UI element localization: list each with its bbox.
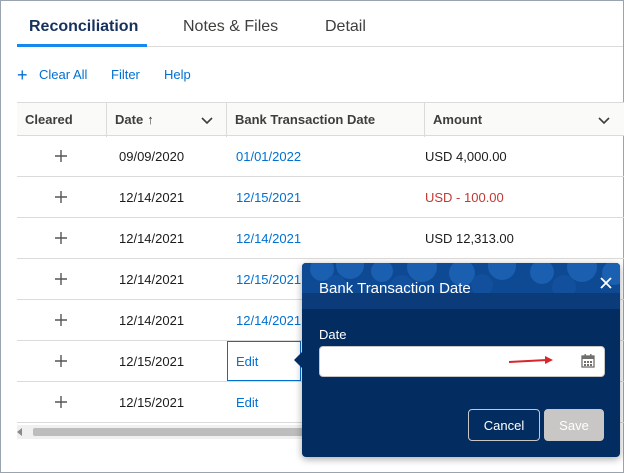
popover-title: Bank Transaction Date [319, 280, 471, 297]
date-input[interactable] [319, 346, 605, 377]
popover-pointer [294, 351, 303, 369]
close-icon[interactable] [596, 273, 616, 293]
amount-cell: USD 12,313.00 [425, 231, 514, 246]
date-cell: 12/14/2021 [119, 313, 185, 328]
header-date-label: Date [115, 112, 144, 127]
plus-icon[interactable] [53, 312, 69, 328]
scrollbar-thumb[interactable] [33, 428, 317, 436]
date-cell: 12/14/2021 [119, 190, 185, 205]
bank-date-edit-link[interactable]: Edit [236, 341, 258, 382]
date-field-label: Date [319, 327, 347, 342]
tab-notes-files[interactable]: Notes & Files [183, 18, 278, 36]
chevron-down-icon[interactable] [597, 113, 611, 127]
date-cell: 12/14/2021 [119, 231, 185, 246]
plus-icon[interactable] [53, 353, 69, 369]
bank-date-cell[interactable]: 12/15/2021 [236, 177, 301, 218]
plus-icon[interactable] [53, 230, 69, 246]
column-divider[interactable] [424, 103, 425, 137]
amount-cell: USD - 100.00 [425, 190, 504, 205]
table-row: 12/14/2021 12/14/2021 USD 12,313.00 [17, 218, 624, 259]
arrow-annotation-icon [508, 356, 553, 364]
calendar-icon[interactable] [581, 354, 595, 368]
column-divider[interactable] [226, 103, 227, 137]
date-cell: 12/14/2021 [119, 272, 185, 287]
header-amount[interactable]: Amount [433, 103, 482, 137]
cancel-button[interactable]: Cancel [468, 409, 540, 441]
column-divider[interactable] [106, 103, 107, 137]
plus-icon[interactable] [53, 189, 69, 205]
date-cell: 12/15/2021 [119, 395, 185, 410]
date-cell: 12/15/2021 [119, 354, 185, 369]
tab-detail[interactable]: Detail [325, 18, 366, 36]
filter-link[interactable]: Filter [111, 67, 140, 82]
header-cleared[interactable]: Cleared [25, 103, 73, 137]
table-row: 12/14/2021 12/15/2021 USD - 100.00 [17, 177, 624, 218]
plus-icon[interactable] [53, 271, 69, 287]
bank-date-cell[interactable]: 12/14/2021 [236, 218, 301, 259]
popover-header: Bank Transaction Date [302, 263, 620, 309]
app-frame: Reconciliation Notes & Files Detail + Cl… [0, 0, 624, 473]
bank-date-cell[interactable]: 12/15/2021 [236, 259, 301, 300]
tab-reconciliation[interactable]: Reconciliation [29, 18, 138, 36]
bank-date-popover: Bank Transaction Date Date Cancel Save [294, 263, 620, 457]
bank-date-cell[interactable]: 01/01/2022 [236, 136, 301, 177]
sort-ascending-icon: ↑ [147, 112, 154, 127]
amount-cell: USD 4,000.00 [425, 149, 507, 164]
clear-all-link[interactable]: Clear All [39, 67, 87, 82]
date-cell: 09/09/2020 [119, 149, 185, 164]
bank-date-cell[interactable]: 12/14/2021 [236, 300, 301, 341]
header-bank-transaction-date[interactable]: Bank Transaction Date [235, 103, 375, 137]
tab-bar: Reconciliation Notes & Files Detail [17, 1, 623, 47]
table-header: Cleared Date ↑ Bank Transaction Date Amou… [17, 102, 624, 137]
table-row: 09/09/2020 01/01/2022 USD 4,000.00 [17, 136, 624, 177]
help-link[interactable]: Help [164, 67, 191, 82]
plus-icon[interactable] [53, 394, 69, 410]
chevron-down-icon[interactable] [200, 113, 214, 127]
scroll-left-icon[interactable] [17, 428, 22, 436]
horizontal-scrollbar[interactable] [17, 425, 317, 439]
save-button[interactable]: Save [544, 409, 604, 441]
plus-icon[interactable] [53, 148, 69, 164]
plus-icon[interactable]: + [17, 66, 28, 84]
active-tab-indicator [17, 44, 147, 47]
bank-date-edit-link[interactable]: Edit [236, 382, 258, 423]
header-date[interactable]: Date ↑ [115, 103, 154, 137]
